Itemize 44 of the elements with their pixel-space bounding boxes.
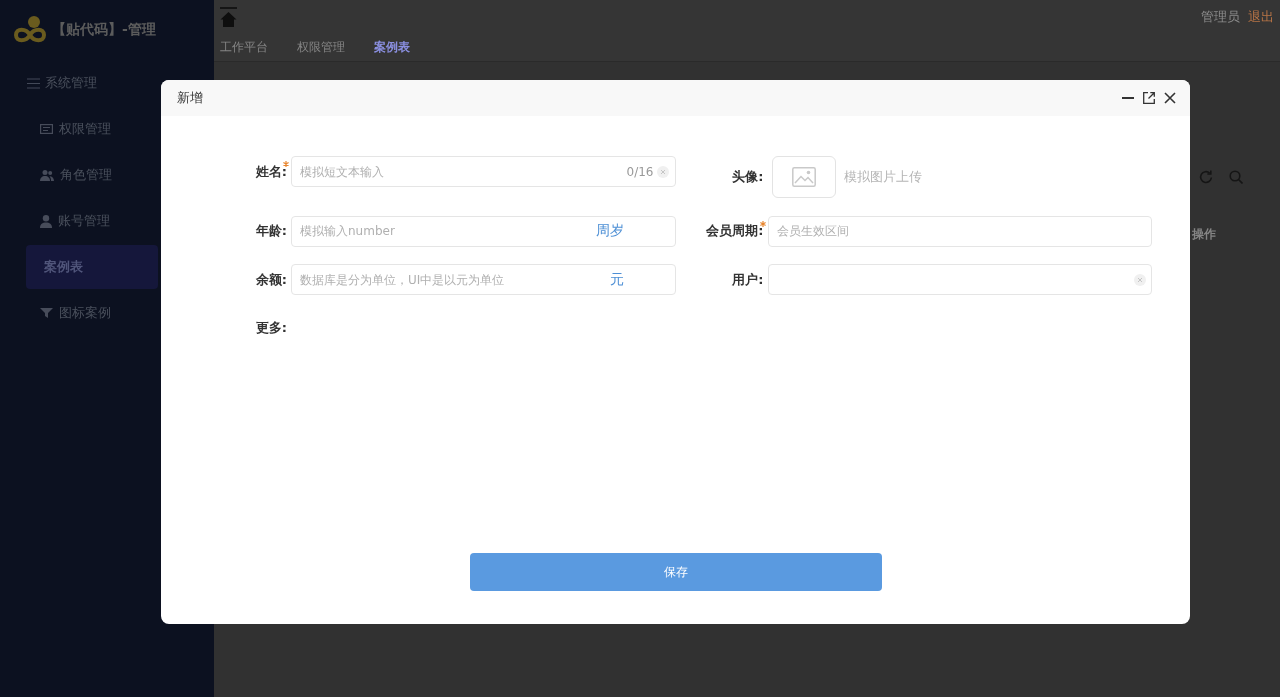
upload-hint: 模拟图片上传 [843,168,922,186]
card-icon [40,124,53,134]
form-label: 年龄: [255,222,287,240]
form-label: 用户: [732,270,764,289]
form-label: 头像: [732,168,764,186]
nav-tab[interactable]: 权限管理 [297,39,345,56]
form-label: 会员周期: [706,222,764,240]
user-icon [40,214,52,228]
logo-icon [13,15,47,45]
funnel-icon [40,308,53,318]
sidebar-item[interactable]: 账号管理 [26,199,158,243]
dialog-title: 新增 [177,89,203,107]
close-icon[interactable] [1164,92,1176,104]
sidebar-item[interactable]: 权限管理 [26,107,158,151]
save-button[interactable]: 保存 [469,553,882,591]
unit-suffix: 元 [609,270,624,289]
brand-title: 【贴代码】-管理 [52,21,156,39]
image-upload-button[interactable] [771,156,836,198]
sidebar-item[interactable]: 案例表 [26,245,158,289]
users-icon [40,169,54,181]
maximize-icon[interactable] [1143,92,1155,104]
minimize-icon[interactable] [1122,97,1134,99]
nav-tab[interactable]: 案例表 [374,39,410,56]
menu-icon [27,77,40,89]
clear-icon[interactable] [1134,273,1146,286]
refresh-icon[interactable] [1199,170,1213,184]
character-counter: 0/16 [626,164,654,179]
sidebar-item[interactable]: 角色管理 [26,153,158,197]
form-label: 姓名: [255,162,287,181]
unit-suffix: 周岁 [595,222,624,240]
clear-icon[interactable] [656,165,669,178]
form-label: 更多: [255,319,287,337]
search-icon[interactable] [1229,170,1243,184]
select-field[interactable] [767,264,1152,295]
image-icon [791,167,816,187]
column-header: 操作 [1192,226,1216,243]
nav-tab[interactable]: 工作平台 [220,39,268,56]
user-name: 管理员 [1201,8,1240,26]
home-icon[interactable] [220,7,237,27]
date-range-input[interactable]: 会员生效区间 [767,215,1152,247]
form-label: 余额: [255,270,287,289]
logout-link[interactable]: 退出 [1248,8,1274,26]
sidebar-item[interactable]: 图标案例 [26,291,158,335]
menu-group[interactable]: 系统管理 [27,68,114,98]
